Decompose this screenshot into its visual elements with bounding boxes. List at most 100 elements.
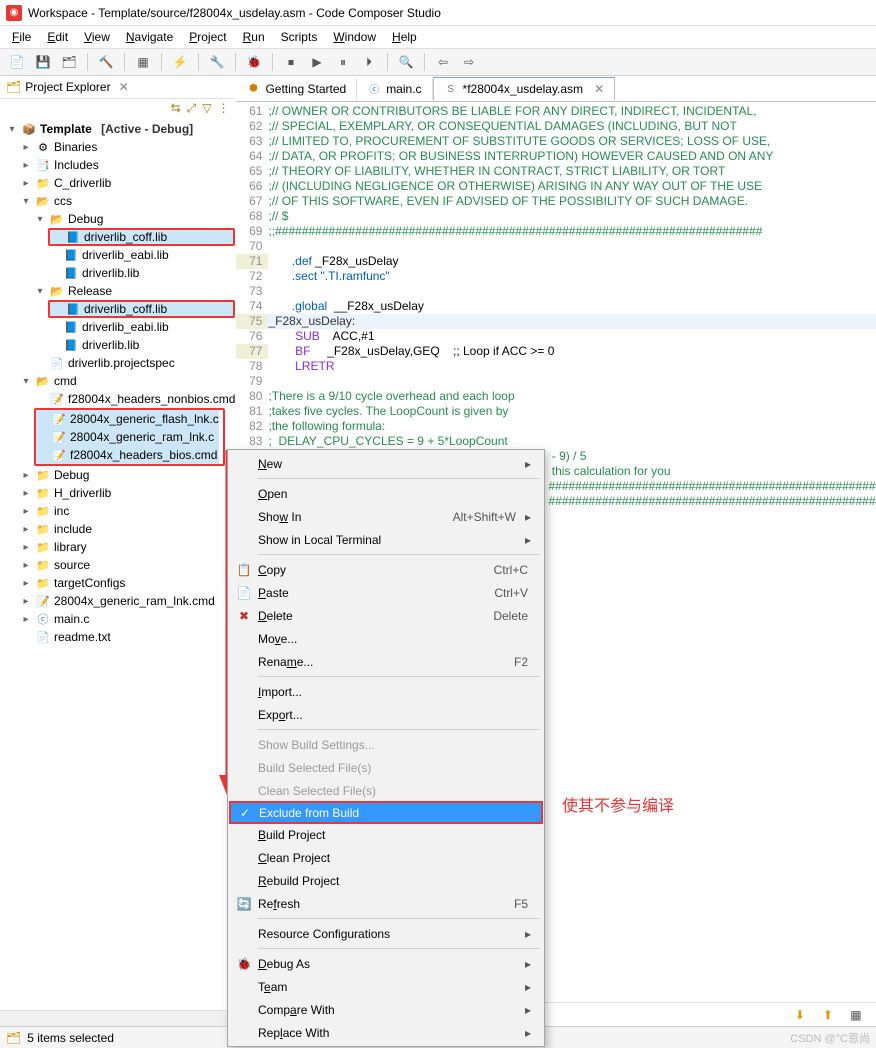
twist-icon[interactable]: ▾ [34, 214, 46, 225]
close-view-icon[interactable]: ✕ [119, 80, 129, 94]
tree-ccs[interactable]: ccs [54, 194, 72, 208]
twist-icon[interactable]: ▾ [34, 286, 46, 297]
ctx-replace-with[interactable]: Replace With▸ [230, 1021, 542, 1044]
menu-file[interactable]: File [4, 28, 39, 46]
horizontal-scrollbar[interactable] [0, 1010, 235, 1026]
tree-readme[interactable]: readme.txt [54, 630, 111, 644]
twist-icon[interactable]: ▸ [20, 470, 32, 481]
tree-cmd[interactable]: cmd [54, 374, 77, 388]
resume-icon[interactable]: ⏵ [358, 51, 380, 73]
tree-mainc[interactable]: main.c [54, 612, 89, 626]
tree-cmd2[interactable]: 28004x_generic_flash_lnk.c [70, 412, 219, 426]
run-icon[interactable]: ▶ [306, 51, 328, 73]
twist-icon[interactable]: ▸ [20, 614, 32, 625]
tree-ramlnk[interactable]: 28004x_generic_ram_lnk.cmd [54, 594, 215, 608]
menu-view[interactable]: View [76, 28, 118, 46]
toggle-icon[interactable]: ▦ [132, 51, 154, 73]
menu-project[interactable]: Project [181, 28, 234, 46]
ctx-resource-config[interactable]: Resource Configurations▸ [230, 922, 542, 945]
ctx-move[interactable]: Move... [230, 627, 542, 650]
ctx-new[interactable]: New▸ [230, 452, 542, 475]
ctx-exclude-from-build[interactable]: ✓Exclude from Build [229, 801, 543, 824]
tree-library[interactable]: library [54, 540, 87, 554]
ctx-show-in[interactable]: Show InAlt+Shift+W▸ [230, 505, 542, 528]
search-icon[interactable]: 🔍 [395, 51, 417, 73]
tree-lib-d[interactable]: driverlib.lib [82, 266, 139, 280]
tree-tconf[interactable]: targetConfigs [54, 576, 125, 590]
arrow-up-icon[interactable]: ⬆ [817, 1004, 839, 1026]
tree-debugf[interactable]: Debug [54, 468, 89, 482]
ctx-export[interactable]: Export... [230, 703, 542, 726]
tree-cmd4[interactable]: f28004x_headers_bios.cmd [70, 448, 217, 462]
ctx-team[interactable]: Team▸ [230, 975, 542, 998]
tree-inc[interactable]: inc [54, 504, 69, 518]
flash-icon[interactable]: ⚡ [169, 51, 191, 73]
menu-navigate[interactable]: Navigate [118, 28, 181, 46]
ctx-delete[interactable]: ✖DeleteDelete [230, 604, 542, 627]
ctx-paste[interactable]: 📄PasteCtrl+V [230, 581, 542, 604]
tree-source[interactable]: source [54, 558, 90, 572]
menu-icon[interactable]: ⋮ [217, 101, 229, 116]
wrench-icon[interactable]: 🔧 [206, 51, 228, 73]
pause-icon[interactable]: ⏸ [332, 51, 354, 73]
project-name[interactable]: Template [40, 122, 92, 136]
ctx-show-local-terminal[interactable]: Show in Local Terminal▸ [230, 528, 542, 551]
tab-main-c[interactable]: ⓒmain.c [357, 78, 432, 100]
save-all-icon[interactable]: 🗂 [58, 51, 80, 73]
twist-icon[interactable]: ▸ [20, 560, 32, 571]
forward-icon[interactable]: ⇨ [458, 51, 480, 73]
tree-debug[interactable]: Debug [68, 212, 103, 226]
new-icon[interactable]: 📄 [6, 51, 28, 73]
markers-icon[interactable]: ▦ [845, 1004, 867, 1026]
twist-icon[interactable]: ▸ [20, 542, 32, 553]
tree-release[interactable]: Release [68, 284, 112, 298]
tree-lib-coff-d[interactable]: driverlib_coff.lib [84, 230, 167, 244]
twist-icon[interactable]: ▸ [20, 142, 32, 153]
tree-projspec[interactable]: driverlib.projectspec [68, 356, 175, 370]
arrow-down-icon[interactable]: ⬇ [789, 1004, 811, 1026]
twist-icon[interactable]: ▸ [20, 524, 32, 535]
tree-includes[interactable]: Includes [54, 158, 99, 172]
ctx-rename[interactable]: Rename...F2 [230, 650, 542, 673]
menu-scripts[interactable]: Scripts [273, 28, 326, 46]
back-icon[interactable]: ⇦ [432, 51, 454, 73]
twist-icon[interactable]: ▾ [20, 376, 32, 387]
close-tab-icon[interactable]: ✕ [594, 82, 604, 96]
twist-icon[interactable]: ▾ [20, 196, 32, 207]
twist-icon[interactable]: ▸ [20, 506, 32, 517]
tree-lib-coff-r[interactable]: driverlib_coff.lib [84, 302, 167, 316]
tab-getting-started[interactable]: ⬢Getting Started [236, 78, 357, 100]
tree-hdrv[interactable]: H_driverlib [54, 486, 111, 500]
ctx-open[interactable]: Open [230, 482, 542, 505]
ctx-compare-with[interactable]: Compare With▸ [230, 998, 542, 1021]
collapse-icon[interactable]: ⇆ [171, 101, 181, 116]
build-icon[interactable]: 🔨 [95, 51, 117, 73]
save-icon[interactable]: 💾 [32, 51, 54, 73]
tree-lib-eabi-r[interactable]: driverlib_eabi.lib [82, 320, 169, 334]
menu-edit[interactable]: Edit [39, 28, 76, 46]
ctx-debug-as[interactable]: 🐞Debug As▸ [230, 952, 542, 975]
link-icon[interactable]: ⤢ [187, 101, 197, 116]
project-explorer-tab[interactable]: 🗂 Project Explorer ✕ [0, 76, 235, 99]
menu-help[interactable]: Help [384, 28, 425, 46]
tree-cmd1[interactable]: f28004x_headers_nonbios.cmd [68, 392, 235, 406]
ctx-import[interactable]: Import... [230, 680, 542, 703]
twist-icon[interactable]: ▸ [20, 160, 32, 171]
twist-icon[interactable]: ▾ [6, 124, 18, 135]
ctx-refresh[interactable]: 🔄RefreshF5 [230, 892, 542, 915]
ctx-clean-project[interactable]: Clean Project [230, 846, 542, 869]
twist-icon[interactable]: ▸ [20, 596, 32, 607]
tree-cdriverlib[interactable]: C_driverlib [54, 176, 111, 190]
tree-lib-r[interactable]: driverlib.lib [82, 338, 139, 352]
tree-include[interactable]: include [54, 522, 92, 536]
stop-icon[interactable]: ⏹ [280, 51, 302, 73]
ctx-copy[interactable]: 📋CopyCtrl+C [230, 558, 542, 581]
ctx-rebuild-project[interactable]: Rebuild Project [230, 869, 542, 892]
tree-lib-eabi-d[interactable]: driverlib_eabi.lib [82, 248, 169, 262]
menu-window[interactable]: Window [325, 28, 384, 46]
debug-icon[interactable]: 🐞 [243, 51, 265, 73]
ctx-build-project[interactable]: Build Project [230, 823, 542, 846]
filter-icon[interactable]: ▽ [202, 101, 211, 116]
tab-usdelay-asm[interactable]: S*f28004x_usdelay.asm✕ [433, 77, 616, 100]
twist-icon[interactable]: ▸ [20, 178, 32, 189]
